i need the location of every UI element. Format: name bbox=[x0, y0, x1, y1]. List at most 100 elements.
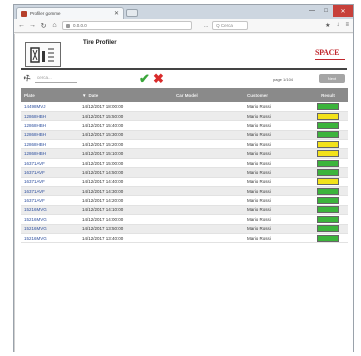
plate-link[interactable]: 16371AVF bbox=[21, 158, 79, 169]
wrench-icon[interactable]: ⚒ bbox=[21, 72, 32, 83]
table-row[interactable]: 16371AVF 14/12/2017 14:40:00 Mario Rossi bbox=[21, 177, 348, 188]
site-info-icon bbox=[66, 23, 70, 28]
table-row[interactable]: 16371AVF 14/12/2017 14:20:00 Mario Rossi bbox=[21, 195, 348, 206]
results-table: Plate ▼ Date Car Model Customer Result 14… bbox=[21, 88, 348, 244]
new-tab-button[interactable] bbox=[126, 9, 138, 17]
brand-underline bbox=[315, 59, 345, 60]
customer-cell: Mario Rossi bbox=[244, 195, 308, 206]
result-indicator bbox=[317, 215, 339, 223]
table-row[interactable]: 12868HBH 14/12/2017 15:40:00 Mario Rossi bbox=[21, 120, 348, 131]
result-indicator bbox=[317, 234, 339, 242]
table-row[interactable]: 12868HBH 14/12/2017 15:30:00 Mario Rossi bbox=[21, 130, 348, 141]
plate-link[interactable]: 12868HBH bbox=[21, 130, 79, 141]
result-indicator bbox=[317, 225, 339, 233]
favicon-icon bbox=[21, 10, 27, 17]
result-cell bbox=[308, 102, 348, 112]
menu-icon[interactable]: ≡ bbox=[345, 22, 349, 29]
tab-title: Profiler gomme bbox=[30, 11, 61, 16]
car-model-cell bbox=[173, 148, 244, 159]
browser-search-input[interactable]: Q Cerca bbox=[212, 21, 249, 30]
close-window-button[interactable]: ✕ bbox=[333, 5, 353, 17]
search-input[interactable]: cerca... bbox=[35, 75, 77, 83]
plate-link[interactable]: 16371AVF bbox=[21, 167, 79, 178]
result-cell bbox=[308, 111, 348, 122]
column-customer[interactable]: Customer bbox=[244, 88, 308, 102]
plate-link[interactable]: 15216MVG bbox=[21, 224, 79, 234]
result-cell bbox=[308, 205, 348, 216]
tire-profiler-logo-icon bbox=[25, 42, 61, 67]
plate-link[interactable]: 16371AVF bbox=[21, 186, 79, 197]
downloads-icon[interactable]: ↓ bbox=[336, 22, 339, 29]
next-page-button[interactable]: Next bbox=[319, 74, 345, 83]
customer-cell: Mario Rossi bbox=[244, 130, 308, 141]
car-model-cell bbox=[173, 186, 244, 197]
result-cell bbox=[308, 224, 348, 234]
app-toolbar: ⚒ cerca... ✔ ✖ page 1/104 Next bbox=[15, 70, 353, 88]
table-row[interactable]: 16371AVF 14/12/2017 14:50:00 Mario Rossi bbox=[21, 167, 348, 178]
result-indicator bbox=[317, 206, 339, 214]
plate-link[interactable]: 12868HBH bbox=[21, 139, 79, 150]
table-row[interactable]: 12868HBH 14/12/2017 15:50:00 Mario Rossi bbox=[21, 111, 348, 122]
table-row[interactable]: 12868HBH 14/12/2017 15:20:00 Mario Rossi bbox=[21, 139, 348, 150]
car-model-cell bbox=[173, 195, 244, 206]
table-row[interactable]: 15216MVG 14/12/2017 14:10:00 Mario Rossi bbox=[21, 205, 348, 216]
table-row[interactable]: 16371AVF 14/12/2017 15:00:00 Mario Rossi bbox=[21, 158, 348, 169]
date-cell: 14/12/2017 14:00:00 bbox=[79, 214, 173, 225]
car-model-cell bbox=[173, 158, 244, 169]
bookmarks-icon[interactable]: ★ bbox=[325, 22, 330, 29]
car-model-cell bbox=[173, 139, 244, 150]
home-icon[interactable]: ⌂ bbox=[51, 22, 58, 29]
address-bar[interactable]: 0.0.0.0 bbox=[62, 21, 192, 30]
result-indicator bbox=[317, 150, 339, 158]
car-model-cell bbox=[173, 177, 244, 188]
reload-icon[interactable]: ↻ bbox=[40, 22, 47, 30]
date-cell: 14/12/2017 13:50:00 bbox=[79, 224, 173, 234]
date-cell: 14/12/2017 14:40:00 bbox=[79, 177, 173, 188]
plate-link[interactable]: 14498MVJ bbox=[21, 102, 79, 112]
cancel-button[interactable]: ✖ bbox=[153, 71, 164, 87]
column-result[interactable]: Result bbox=[308, 88, 348, 102]
back-icon[interactable]: ← bbox=[18, 22, 25, 29]
customer-cell: Mario Rossi bbox=[244, 111, 308, 122]
customer-cell: Mario Rossi bbox=[244, 120, 308, 131]
page-content: Tire Profiler SPACE ⚒ cerca... ✔ ✖ page … bbox=[14, 34, 353, 352]
result-indicator bbox=[317, 112, 339, 120]
column-car-model[interactable]: Car Model bbox=[173, 88, 244, 102]
page-actions[interactable]: ... bbox=[204, 23, 208, 29]
table-row[interactable]: 15216MVG 14/12/2017 13:50:00 Mario Rossi bbox=[21, 224, 348, 234]
plate-link[interactable]: 15216MVG bbox=[21, 233, 79, 244]
column-plate[interactable]: Plate bbox=[21, 88, 79, 102]
result-indicator bbox=[317, 159, 339, 167]
result-indicator bbox=[317, 121, 339, 129]
customer-cell: Mario Rossi bbox=[244, 177, 308, 188]
result-cell bbox=[308, 130, 348, 141]
customer-cell: Mario Rossi bbox=[244, 205, 308, 216]
minimize-button[interactable]: — bbox=[305, 5, 319, 17]
plate-link[interactable]: 16371AVF bbox=[21, 195, 79, 206]
navigation-bar: ← → ↻ ⌂ 0.0.0.0 ... Q Cerca ★ ↓ ≡ bbox=[14, 19, 353, 33]
plate-link[interactable]: 12868HBH bbox=[21, 111, 79, 122]
tab-close-icon[interactable]: ✕ bbox=[114, 10, 119, 17]
window-controls: — □ ✕ bbox=[305, 5, 353, 17]
plate-link[interactable]: 15216MVG bbox=[21, 205, 79, 216]
browser-tab[interactable]: Profiler gomme ✕ bbox=[16, 7, 124, 19]
column-date[interactable]: ▼ Date bbox=[79, 88, 173, 102]
confirm-button[interactable]: ✔ bbox=[139, 71, 150, 87]
plate-link[interactable]: 15216MVG bbox=[21, 214, 79, 225]
date-cell: 14/12/2017 15:20:00 bbox=[79, 139, 173, 150]
table-row[interactable]: 15216MVG 14/12/2017 14:00:00 Mario Rossi bbox=[21, 214, 348, 225]
table-row[interactable]: 16371AVF 14/12/2017 14:30:00 Mario Rossi bbox=[21, 186, 348, 197]
plate-link[interactable]: 16371AVF bbox=[21, 177, 79, 188]
forward-icon[interactable]: → bbox=[29, 22, 36, 29]
table-row[interactable]: 12868HBH 14/12/2017 15:10:00 Mario Rossi bbox=[21, 148, 348, 159]
result-cell bbox=[308, 214, 348, 225]
plate-link[interactable]: 12868HBH bbox=[21, 148, 79, 159]
date-cell: 14/12/2017 14:20:00 bbox=[79, 195, 173, 206]
customer-cell: Mario Rossi bbox=[244, 158, 308, 169]
car-model-cell bbox=[173, 102, 244, 112]
table-row[interactable]: 15216MVG 14/12/2017 13:40:00 Mario Rossi bbox=[21, 233, 348, 244]
table-row[interactable]: 14498MVJ 14/12/2017 18:00:00 Mario Rossi bbox=[21, 102, 348, 112]
plate-link[interactable]: 12868HBH bbox=[21, 120, 79, 131]
brand-logo: SPACE bbox=[315, 48, 345, 64]
maximize-button[interactable]: □ bbox=[319, 5, 333, 17]
